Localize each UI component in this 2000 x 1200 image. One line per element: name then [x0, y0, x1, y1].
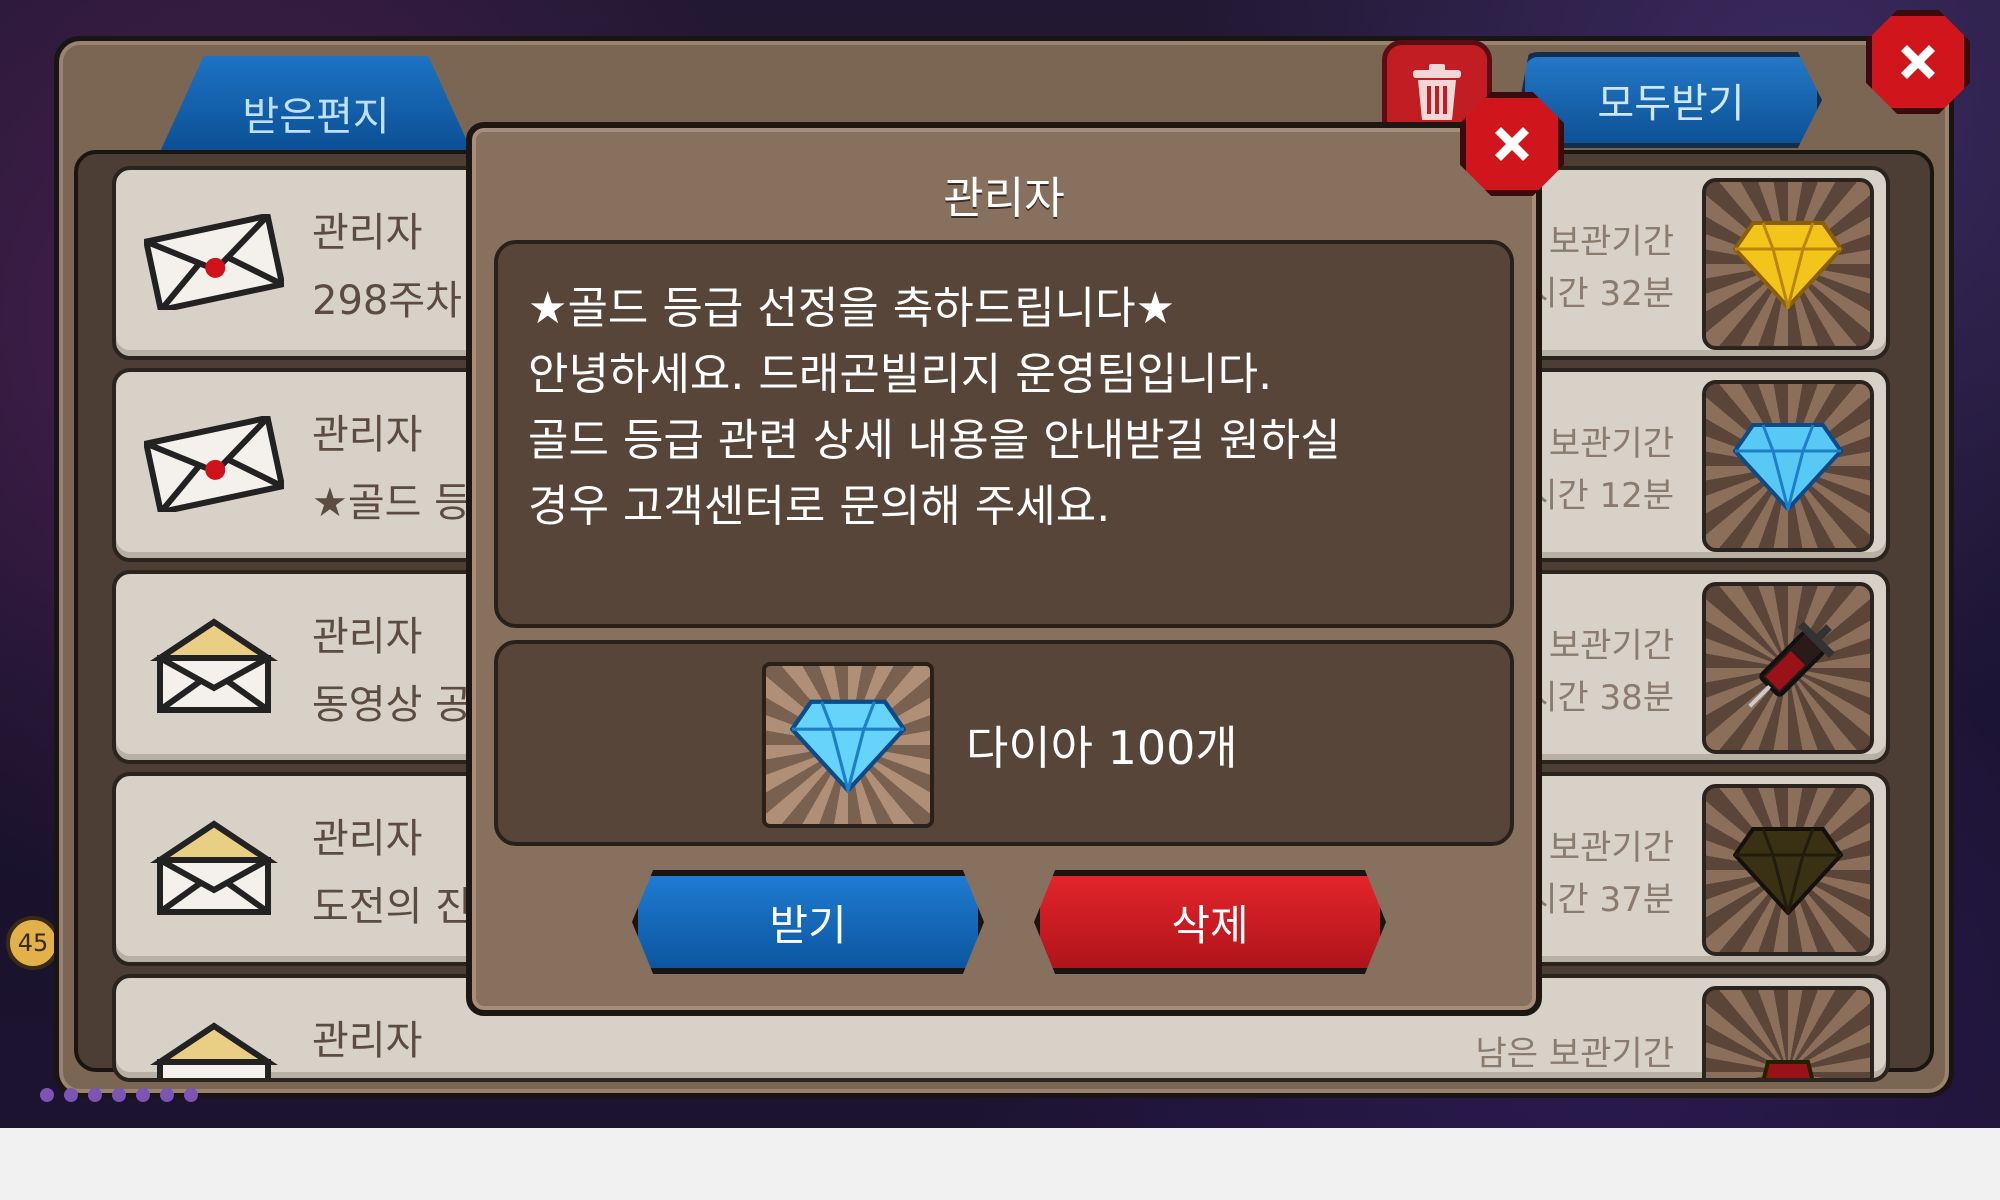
mail-item-slot	[1702, 582, 1874, 754]
game-screen: 45 받은편지 모두받기 관리자 298주차 보관기간 시간 32분 관리자 ★…	[0, 0, 2000, 1128]
syringe-icon	[1748, 621, 1835, 708]
mail-subject: 298주차	[312, 278, 462, 324]
unopened-envelope-icon	[144, 214, 284, 310]
mail-sender: 관리자	[312, 210, 423, 256]
mail-sender: 관리자	[312, 614, 423, 660]
mail-subject: ★골드 등	[312, 480, 471, 526]
page-dot	[160, 1088, 174, 1102]
potion-icon	[1761, 1060, 1815, 1078]
mail-detail-dialog: 관리자 ★골드 등급 선정을 축하드립니다★ 안녕하세요. 드래곤빌리지 운영팀…	[466, 122, 1542, 1016]
trash-icon	[1413, 64, 1461, 120]
opened-envelope-icon	[150, 1022, 278, 1078]
mail-item-slot	[1702, 784, 1874, 956]
mail-remain-label: 보관기간	[1548, 626, 1674, 666]
delete-button[interactable]: 삭제	[1034, 870, 1386, 974]
mail-remain-label: 보관기간	[1548, 828, 1674, 868]
unopened-envelope-icon	[144, 416, 284, 512]
mail-sender: 관리자	[312, 816, 423, 862]
reward-item-slot	[762, 662, 934, 828]
gold-diamond-icon	[1733, 221, 1843, 309]
dialog-title: 관리자	[943, 173, 1065, 224]
mail-remain-time: 시간 37분	[1526, 880, 1674, 920]
mail-remain-time: 시간 32분	[1526, 274, 1674, 314]
mail-remain-time: 시간 38분	[1526, 678, 1674, 718]
page-dot	[112, 1088, 126, 1102]
page-dot	[184, 1088, 198, 1102]
dark-diamond-icon	[1733, 827, 1843, 915]
page-dot	[40, 1088, 54, 1102]
page-dot	[64, 1088, 78, 1102]
mail-sender: 관리자	[312, 412, 423, 458]
mail-item-slot	[1702, 178, 1874, 350]
page-dot	[88, 1088, 102, 1102]
blue-diamond-icon	[790, 699, 906, 793]
mail-subject: 도전의 진	[312, 884, 472, 930]
message-box: ★골드 등급 선정을 축하드립니다★ 안녕하세요. 드래곤빌리지 운영팀입니다.…	[494, 240, 1514, 628]
mail-subject: 동영상 공	[312, 682, 472, 728]
blue-diamond-icon	[1733, 423, 1843, 511]
reward-label: 다이아 100개	[966, 721, 1238, 775]
receive-button[interactable]: 받기	[632, 870, 984, 974]
mail-remain-label: 보관기간	[1548, 222, 1674, 262]
opened-envelope-icon	[150, 820, 278, 915]
message-line: ★골드 등급 선정을 축하드립니다★	[528, 283, 1176, 334]
mail-item-slot	[1702, 986, 1874, 1078]
page-indicator	[40, 1088, 198, 1102]
close-icon	[1495, 127, 1529, 161]
mail-item-slot	[1702, 380, 1874, 552]
level-badge: 45	[6, 916, 60, 970]
receive-all-button[interactable]: 모두받기	[1520, 52, 1822, 148]
message-line: 안녕하세요. 드래곤빌리지 운영팀입니다.	[528, 349, 1273, 400]
opened-envelope-icon	[150, 618, 278, 713]
mail-remain-time: 시간 12분	[1526, 476, 1674, 516]
close-icon	[1901, 45, 1935, 79]
mail-sender: 관리자	[312, 1018, 423, 1064]
mail-remain-label: 보관기간	[1548, 424, 1674, 464]
page-dot	[136, 1088, 150, 1102]
mail-remain-label: 남은 보관기간	[1475, 1034, 1675, 1074]
reward-box: 다이아 100개	[494, 640, 1514, 846]
message-line: 골드 등급 관련 상세 내용을 안내받길 원하실	[528, 415, 1341, 466]
message-line: 경우 고객센터로 문의해 주세요.	[528, 481, 1111, 532]
tab-inbox[interactable]: 받은편지	[160, 56, 472, 152]
